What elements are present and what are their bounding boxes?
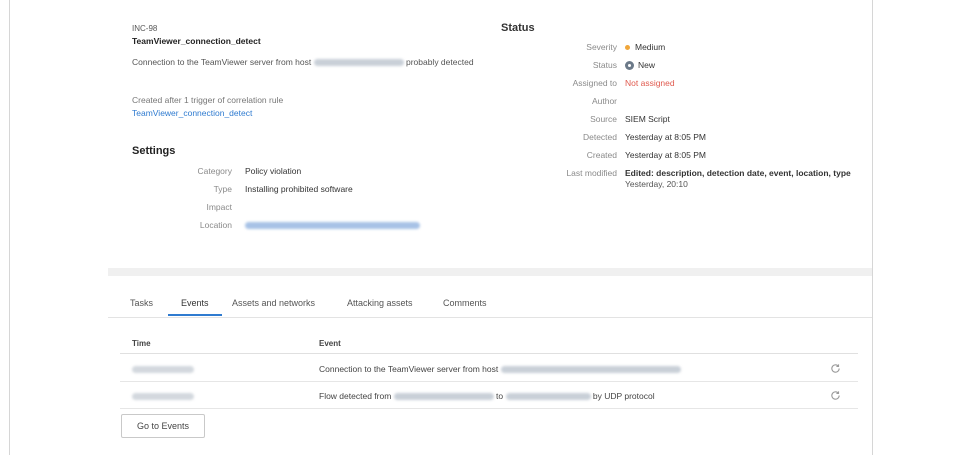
settings-heading: Settings [132, 145, 176, 157]
author-label: Author [591, 96, 617, 106]
tab-assets-and-networks[interactable]: Assets and networks [232, 298, 315, 308]
source-value: SIEM Script [625, 114, 670, 124]
detected-label: Detected [582, 132, 617, 142]
tab-tasks[interactable]: Tasks [130, 298, 153, 308]
column-header-time[interactable]: Time [132, 339, 151, 348]
event-text: Connection to the TeamViewer server from… [319, 364, 499, 374]
severity-label: Severity [586, 42, 617, 52]
event-text-end: by UDP protocol [592, 391, 655, 401]
setting-location-label: Location [199, 220, 232, 230]
assigned-value[interactable]: Not assigned [625, 78, 675, 88]
tab-events[interactable]: Events [181, 298, 209, 308]
detected-value: Yesterday at 8:05 PM [625, 132, 706, 142]
redacted-time [132, 366, 194, 373]
go-to-events-button[interactable]: Go to Events [121, 414, 205, 438]
incident-id: INC-98 [132, 24, 158, 33]
new-status-icon [625, 61, 634, 71]
modified-value: Edited: description, detection date, eve… [625, 168, 851, 178]
incident-details-panel: INC-98 TeamViewer_connection_detect Conn… [108, 0, 872, 268]
events-table-header: Time Event [120, 334, 858, 354]
source-label: Source [590, 114, 617, 124]
refresh-icon[interactable] [830, 363, 841, 374]
tab-attacking-assets[interactable]: Attacking assets [347, 298, 413, 308]
redacted-host [313, 59, 404, 67]
redacted-source [393, 393, 494, 401]
redacted-destination [505, 393, 591, 401]
modified-value-wrap: Edited: description, detection date, eve… [625, 168, 863, 189]
setting-category-value: Policy violation [245, 166, 302, 176]
modified-date: Yesterday, 20:10 [625, 179, 688, 189]
status-heading: Status [501, 22, 535, 34]
event-cell: Connection to the TeamViewer server from… [319, 364, 681, 374]
assigned-label: Assigned to [572, 78, 617, 88]
tab-comments[interactable]: Comments [443, 298, 487, 308]
setting-type-label: Type [213, 184, 232, 194]
redacted-host [500, 366, 681, 374]
description-text-end: probably detected [405, 57, 474, 67]
table-row[interactable]: Connection to the TeamViewer server from… [120, 355, 858, 382]
created-value: Yesterday at 8:05 PM [625, 150, 706, 160]
incident-description: Connection to the TeamViewer server from… [132, 56, 477, 69]
created-label: Created [586, 150, 617, 160]
redacted-location[interactable] [245, 222, 420, 229]
correlation-rule-link[interactable]: TeamViewer_connection_detect [132, 108, 252, 118]
column-header-event[interactable]: Event [319, 339, 341, 348]
tab-bar: Tasks Events Assets and networks Attacki… [108, 276, 872, 318]
frame-border-left [9, 0, 10, 455]
event-cell: Flow detected from to by UDP protocol [319, 391, 655, 401]
created-after-text: Created after 1 trigger of correlation r… [132, 95, 284, 105]
modified-label: Last modified [566, 168, 617, 178]
event-text-to: to [496, 391, 504, 401]
severity-value-wrap: Medium [625, 42, 665, 52]
setting-type-value: Installing prohibited software [245, 184, 353, 194]
event-text-start: Flow detected from [319, 391, 392, 401]
status-value: New [638, 60, 656, 70]
severity-dot-icon [625, 45, 630, 51]
setting-category-label: Category [197, 166, 233, 176]
table-row[interactable]: Flow detected from to by UDP protocol [120, 382, 858, 409]
redacted-time [132, 393, 194, 400]
frame-border-right [872, 0, 873, 455]
active-tab-indicator [168, 314, 222, 316]
status-value-wrap[interactable]: New [625, 60, 656, 71]
section-divider [108, 268, 872, 276]
setting-impact-label: Impact [206, 202, 232, 212]
severity-value: Medium [635, 42, 666, 52]
refresh-icon[interactable] [830, 390, 841, 401]
incident-title: TeamViewer_connection_detect [132, 36, 261, 46]
status-label: Status [592, 60, 617, 70]
description-text-start: Connection to the TeamViewer server from… [132, 57, 312, 67]
